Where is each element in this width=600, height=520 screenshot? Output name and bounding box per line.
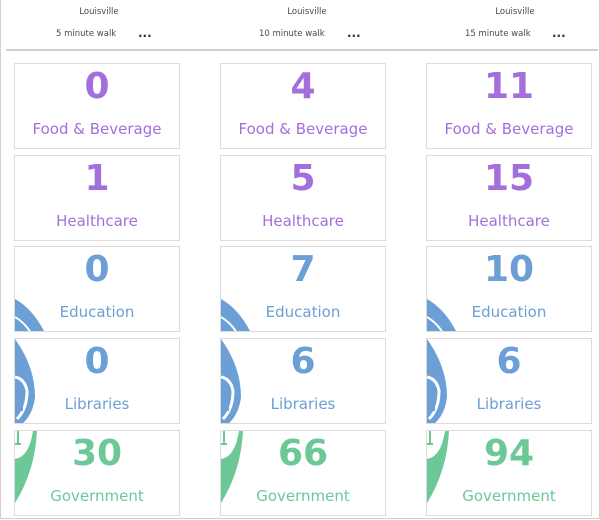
card-food-beverage: 0 Food & Beverage: [14, 63, 180, 149]
card-government: 66 Government: [220, 430, 386, 516]
card-libraries: 6 Libraries: [220, 338, 386, 424]
card-food-beverage: 11 Food & Beverage: [426, 63, 592, 149]
column-header-10min: Louisville 10 minute walk ...: [206, 0, 412, 50]
card-government: 94 Government: [426, 430, 592, 516]
card-food-beverage: 4 Food & Beverage: [220, 63, 386, 149]
walk-time-label: 5 minute walk: [56, 29, 117, 39]
category-label: Education: [471, 303, 547, 321]
card-education: 10 Education: [426, 246, 592, 332]
count-value: 0: [84, 341, 110, 382]
category-label: Education: [59, 303, 135, 321]
category-label: Government: [256, 487, 350, 505]
category-label: Education: [265, 303, 341, 321]
category-label: Healthcare: [262, 212, 344, 230]
card-healthcare: 5 Healthcare: [220, 155, 386, 241]
column-header-5min: Louisville 5 minute walk ...: [0, 0, 206, 50]
card-government: 30 Government: [14, 430, 180, 516]
category-label: Libraries: [270, 395, 336, 413]
walk-time-label: 10 minute walk: [259, 29, 325, 39]
count-value: 5: [290, 158, 316, 199]
count-value: 94: [483, 433, 535, 474]
more-options-button[interactable]: ...: [552, 26, 566, 40]
count-value: 15: [483, 158, 535, 199]
header-divider: [6, 49, 598, 51]
category-label: Libraries: [476, 395, 542, 413]
walk-time-label: 15 minute walk: [465, 29, 531, 39]
count-value: 6: [290, 341, 316, 382]
count-value: 7: [290, 249, 316, 290]
location-title: Louisville: [495, 7, 535, 17]
category-label: Healthcare: [56, 212, 138, 230]
count-value: 0: [84, 66, 110, 107]
count-value: 30: [71, 433, 123, 474]
category-label: Food & Beverage: [32, 120, 162, 138]
count-value: 4: [290, 66, 316, 107]
more-options-button[interactable]: ...: [138, 26, 152, 40]
category-label: Healthcare: [468, 212, 550, 230]
count-value: 1: [84, 158, 110, 199]
count-value: 66: [277, 433, 329, 474]
location-title: Louisville: [79, 7, 119, 17]
location-title: Louisville: [287, 7, 327, 17]
card-libraries: 0 Libraries: [14, 338, 180, 424]
card-healthcare: 15 Healthcare: [426, 155, 592, 241]
category-label: Food & Beverage: [238, 120, 368, 138]
column-header-15min: Louisville 15 minute walk ...: [412, 0, 600, 50]
count-value: 10: [483, 249, 535, 290]
category-label: Government: [462, 487, 556, 505]
category-label: Government: [50, 487, 144, 505]
more-options-button[interactable]: ...: [347, 26, 361, 40]
card-libraries: 6 Libraries: [426, 338, 592, 424]
category-label: Libraries: [64, 395, 130, 413]
count-value: 6: [496, 341, 522, 382]
card-education: 7 Education: [220, 246, 386, 332]
count-value: 11: [483, 66, 535, 107]
category-label: Food & Beverage: [444, 120, 574, 138]
card-education: 0 Education: [14, 246, 180, 332]
count-value: 0: [84, 249, 110, 290]
card-healthcare: 1 Healthcare: [14, 155, 180, 241]
